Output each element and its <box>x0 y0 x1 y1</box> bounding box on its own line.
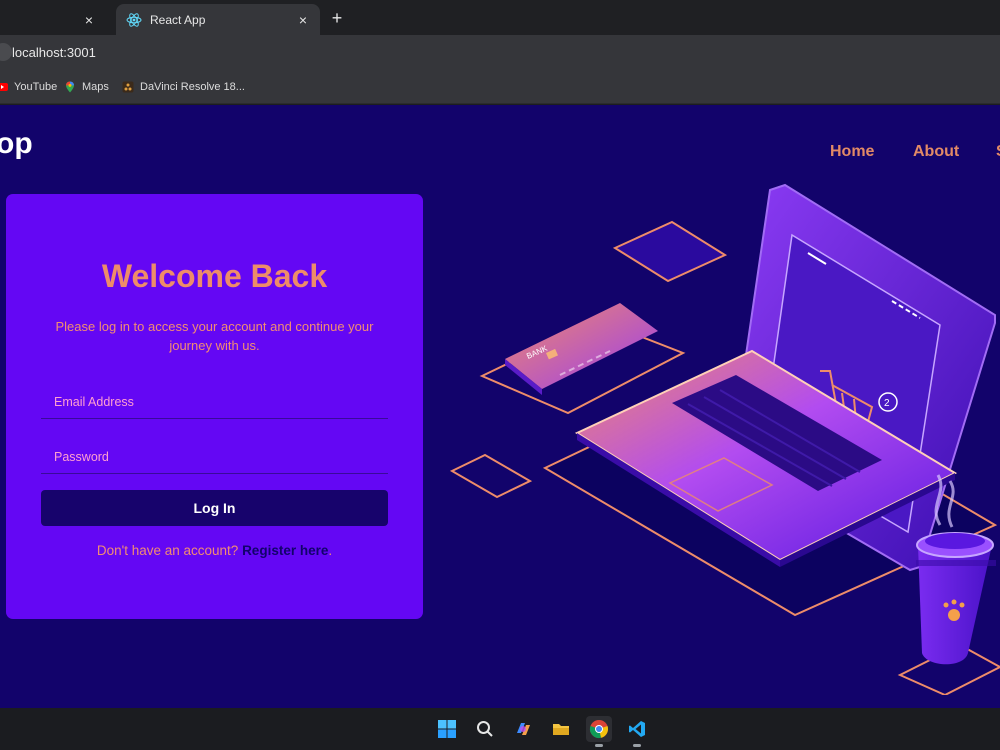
file-explorer-icon[interactable] <box>548 716 574 742</box>
bookmark-davinci-resolve[interactable]: DaVinci Resolve 18... <box>122 79 245 95</box>
active-indicator <box>595 744 603 747</box>
register-link[interactable]: Register here <box>242 543 328 558</box>
search-icon[interactable] <box>472 716 498 742</box>
login-button[interactable]: Log In <box>41 490 388 526</box>
vscode-icon[interactable] <box>624 716 650 747</box>
open-indicator <box>633 744 641 747</box>
tab-title: React App <box>150 12 206 27</box>
tab-close-icon[interactable]: × <box>294 11 312 29</box>
login-card: Welcome Back Please log in to access you… <box>6 194 423 619</box>
email-input[interactable] <box>41 385 388 418</box>
cart-badge-count: 2 <box>884 398 890 409</box>
browser-tab-previous[interactable]: × <box>0 4 114 35</box>
react-icon <box>126 12 142 28</box>
maps-icon <box>64 81 76 93</box>
register-prompt: Don't have an account? Register here. <box>6 543 423 558</box>
browser-tab-react-app[interactable]: React App × <box>116 4 320 35</box>
floating-tile-left <box>449 453 533 499</box>
chrome-icon[interactable] <box>586 716 612 747</box>
password-field <box>41 440 388 474</box>
bookmark-label: YouTube <box>14 81 58 93</box>
windows-start-icon[interactable] <box>434 716 460 742</box>
copilot-icon[interactable] <box>510 716 536 742</box>
bookmark-label: DaVinci Resolve 18... <box>140 81 245 93</box>
nav-link-partial[interactable]: S <box>996 143 1000 161</box>
brand-logo-text[interactable]: op <box>0 127 33 161</box>
bookmark-youtube[interactable]: YouTube <box>0 79 57 95</box>
windows-taskbar <box>0 708 1000 750</box>
credit-card <box>505 303 658 389</box>
browser-toolbar: localhost:3001 <box>0 35 1000 70</box>
bookmark-label: Maps <box>82 81 109 93</box>
tab-close-icon[interactable]: × <box>80 11 98 29</box>
address-bar[interactable]: localhost:3001 <box>12 45 96 60</box>
nav-link-home[interactable]: Home <box>830 143 874 161</box>
register-suffix: . <box>328 543 333 558</box>
nav-link-about[interactable]: About <box>913 143 959 161</box>
register-prompt-text: Don't have an account? <box>96 543 243 558</box>
floating-tile-top <box>612 220 728 283</box>
bookmarks-bar: YouTube Maps DaVinci Resolve 18... <box>0 70 1000 104</box>
web-page: op Home About S Welcome Back Please log … <box>0 105 1000 708</box>
login-subtitle: Please log in to access your account and… <box>55 319 374 353</box>
password-input[interactable] <box>41 440 388 473</box>
email-field <box>41 385 388 419</box>
coffee-cup <box>916 532 996 665</box>
new-tab-button[interactable]: + <box>326 7 348 29</box>
browser-tab-strip: × React App × + <box>0 0 1000 35</box>
login-title: Welcome Back <box>101 258 328 294</box>
davinci-icon <box>122 81 134 93</box>
site-info-icon[interactable] <box>0 43 12 61</box>
laptop-illustration: BANK 2 <box>449 183 1000 695</box>
bookmark-maps[interactable]: Maps <box>64 79 109 95</box>
youtube-icon <box>0 81 8 93</box>
